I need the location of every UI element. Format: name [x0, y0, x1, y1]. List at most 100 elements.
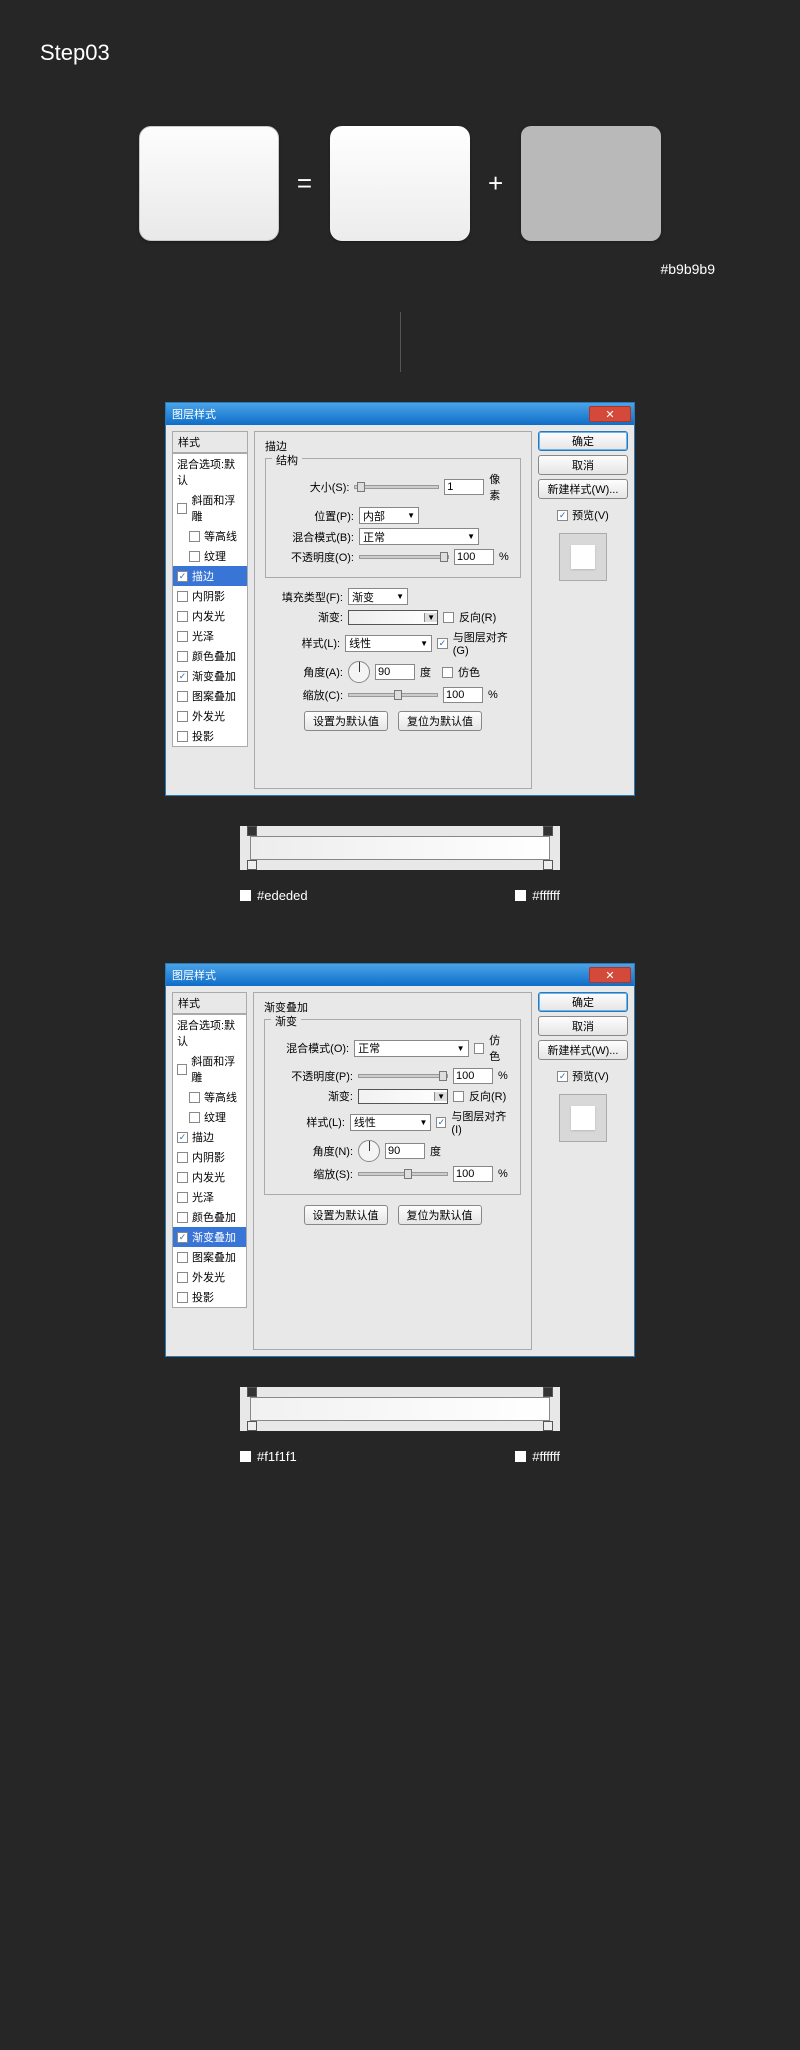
filltype-dropdown[interactable]: 渐变▼	[348, 588, 408, 605]
set-default-button[interactable]: 设置为默认值	[304, 1205, 388, 1225]
style-item-7[interactable]: 颜色叠加	[173, 646, 247, 666]
style-item-10[interactable]: 外发光	[173, 1267, 246, 1287]
style-item-0[interactable]: 斜面和浮雕	[173, 1051, 246, 1087]
color-stop-right[interactable]	[543, 1421, 553, 1431]
blend-options-item[interactable]: 混合选项:默认	[173, 454, 247, 490]
style-checkbox[interactable]	[189, 1112, 200, 1123]
style-checkbox[interactable]: ✓	[177, 571, 188, 582]
scale-slider[interactable]	[348, 693, 438, 697]
opacity-stop-left[interactable]	[247, 1387, 257, 1397]
cancel-button[interactable]: 取消	[538, 455, 628, 475]
opacity-slider[interactable]	[359, 555, 449, 559]
dither-checkbox[interactable]	[442, 667, 453, 678]
dither-checkbox[interactable]	[474, 1043, 485, 1054]
gradient-editor-2[interactable]	[240, 1387, 560, 1431]
new-style-button[interactable]: 新建样式(W)...	[538, 479, 628, 499]
style-item-5[interactable]: 内发光	[173, 606, 247, 626]
opacity-stop-right[interactable]	[543, 1387, 553, 1397]
preview-checkbox[interactable]: ✓	[557, 510, 568, 521]
reset-default-button[interactable]: 复位为默认值	[398, 711, 482, 731]
style-checkbox[interactable]	[177, 691, 188, 702]
style-item-1[interactable]: 等高线	[173, 1087, 246, 1107]
style-checkbox[interactable]: ✓	[177, 1232, 188, 1243]
style-item-10[interactable]: 外发光	[173, 706, 247, 726]
style-checkbox[interactable]	[177, 1272, 188, 1283]
angle-input[interactable]	[385, 1143, 425, 1159]
style-item-11[interactable]: 投影	[173, 1287, 246, 1307]
reverse-checkbox[interactable]	[443, 612, 454, 623]
style-item-2[interactable]: 纹理	[173, 1107, 246, 1127]
style-item-3[interactable]: ✓描边	[173, 1127, 246, 1147]
style-item-6[interactable]: 光泽	[173, 626, 247, 646]
preview-checkbox[interactable]: ✓	[557, 1071, 568, 1082]
size-slider[interactable]	[354, 485, 439, 489]
style-item-9[interactable]: 图案叠加	[173, 686, 247, 706]
style-checkbox[interactable]	[177, 503, 187, 514]
blendmode-dropdown[interactable]: 正常▼	[359, 528, 479, 545]
style-item-8[interactable]: ✓渐变叠加	[173, 666, 247, 686]
style-item-3[interactable]: ✓描边	[173, 566, 247, 586]
style-checkbox[interactable]	[177, 1192, 188, 1203]
gradient-bar[interactable]	[250, 836, 550, 860]
cancel-button[interactable]: 取消	[538, 1016, 628, 1036]
angle-dial[interactable]	[348, 661, 370, 683]
style-item-8[interactable]: ✓渐变叠加	[173, 1227, 246, 1247]
style-checkbox[interactable]	[177, 611, 188, 622]
titlebar[interactable]: 图层样式 ✕	[166, 964, 634, 986]
style-checkbox[interactable]	[189, 1092, 200, 1103]
style-dropdown[interactable]: 线性▼	[350, 1114, 431, 1131]
close-icon[interactable]: ✕	[589, 967, 631, 983]
blendmode-dropdown[interactable]: 正常▼	[354, 1040, 468, 1057]
opacity-input[interactable]	[453, 1068, 493, 1084]
scale-input[interactable]	[453, 1166, 493, 1182]
style-checkbox[interactable]	[177, 1212, 188, 1223]
style-checkbox[interactable]	[177, 731, 188, 742]
scale-slider[interactable]	[358, 1172, 448, 1176]
angle-input[interactable]	[375, 664, 415, 680]
gradient-picker[interactable]: ▼	[348, 610, 438, 625]
ok-button[interactable]: 确定	[538, 992, 628, 1012]
style-dropdown[interactable]: 线性▼	[345, 635, 432, 652]
style-checkbox[interactable]	[177, 1152, 188, 1163]
scale-input[interactable]	[443, 687, 483, 703]
reset-default-button[interactable]: 复位为默认值	[398, 1205, 482, 1225]
style-checkbox[interactable]	[177, 651, 188, 662]
opacity-stop-right[interactable]	[543, 826, 553, 836]
reverse-checkbox[interactable]	[453, 1091, 464, 1102]
align-checkbox[interactable]: ✓	[437, 638, 448, 649]
style-item-9[interactable]: 图案叠加	[173, 1247, 246, 1267]
size-input[interactable]	[444, 479, 484, 495]
close-icon[interactable]: ✕	[589, 406, 631, 422]
opacity-stop-left[interactable]	[247, 826, 257, 836]
style-checkbox[interactable]	[177, 1252, 188, 1263]
color-stop-left[interactable]	[247, 860, 257, 870]
style-checkbox[interactable]	[177, 631, 188, 642]
gradient-picker[interactable]: ▼	[358, 1089, 448, 1104]
style-item-11[interactable]: 投影	[173, 726, 247, 746]
style-item-7[interactable]: 颜色叠加	[173, 1207, 246, 1227]
set-default-button[interactable]: 设置为默认值	[304, 711, 388, 731]
style-item-2[interactable]: 纹理	[173, 546, 247, 566]
gradient-editor-1[interactable]	[240, 826, 560, 870]
titlebar[interactable]: 图层样式 ✕	[166, 403, 634, 425]
style-item-4[interactable]: 内阴影	[173, 1147, 246, 1167]
style-checkbox[interactable]: ✓	[177, 671, 188, 682]
style-item-6[interactable]: 光泽	[173, 1187, 246, 1207]
style-checkbox[interactable]: ✓	[177, 1132, 188, 1143]
style-item-0[interactable]: 斜面和浮雕	[173, 490, 247, 526]
gradient-bar[interactable]	[250, 1397, 550, 1421]
style-checkbox[interactable]	[177, 1292, 188, 1303]
style-item-1[interactable]: 等高线	[173, 526, 247, 546]
opacity-input[interactable]	[454, 549, 494, 565]
angle-dial[interactable]	[358, 1140, 380, 1162]
ok-button[interactable]: 确定	[538, 431, 628, 451]
style-checkbox[interactable]	[177, 591, 188, 602]
position-dropdown[interactable]: 内部▼	[359, 507, 419, 524]
style-checkbox[interactable]	[177, 711, 188, 722]
color-stop-left[interactable]	[247, 1421, 257, 1431]
style-checkbox[interactable]	[189, 551, 200, 562]
style-item-5[interactable]: 内发光	[173, 1167, 246, 1187]
style-checkbox[interactable]	[189, 531, 200, 542]
align-checkbox[interactable]: ✓	[436, 1117, 446, 1128]
opacity-slider[interactable]	[358, 1074, 448, 1078]
